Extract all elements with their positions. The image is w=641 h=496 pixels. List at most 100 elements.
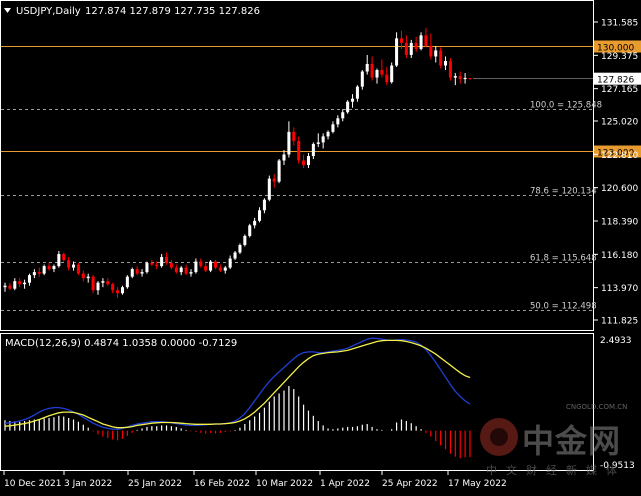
candle-body bbox=[174, 267, 178, 273]
candle-body bbox=[424, 35, 428, 46]
macd-axis-top-label: 2.4933 bbox=[600, 336, 632, 346]
candle-body bbox=[258, 210, 262, 221]
candle-body bbox=[101, 281, 105, 283]
candle-body bbox=[262, 199, 266, 211]
candle-body bbox=[292, 131, 296, 141]
candle-body bbox=[248, 225, 252, 236]
candle-body bbox=[390, 65, 394, 83]
candle-body bbox=[355, 86, 359, 99]
price-panel: 100.0 = 125.848 78.6 = 120.134 61.8 = 115.… bbox=[1, 27, 602, 312]
fib-label: 61.8 = 115.648 bbox=[530, 254, 597, 264]
candle-body bbox=[120, 287, 124, 294]
candle-body bbox=[419, 35, 423, 49]
candle-body bbox=[209, 261, 213, 271]
candle-body bbox=[13, 281, 17, 289]
candle-body bbox=[72, 264, 76, 268]
candle-body bbox=[326, 131, 330, 137]
time-axis-label: 25 Apr 2022 bbox=[382, 479, 438, 489]
candle-body bbox=[125, 276, 129, 288]
price-axis-label: 125.020 bbox=[601, 118, 638, 128]
candle-body bbox=[23, 282, 27, 285]
candle-body bbox=[228, 258, 232, 268]
candle-body bbox=[243, 235, 247, 245]
current-price-label: 127.826 bbox=[597, 76, 634, 86]
time-axis-label: 1 Apr 2022 bbox=[320, 479, 370, 489]
candle-body bbox=[116, 290, 120, 294]
candle-body bbox=[96, 282, 100, 291]
candle-body bbox=[414, 42, 418, 49]
candle-body bbox=[321, 136, 325, 143]
candle-body bbox=[194, 261, 198, 273]
candle-body bbox=[155, 264, 159, 267]
candle-body bbox=[458, 76, 462, 80]
candle-body bbox=[218, 267, 222, 271]
candle-body bbox=[429, 45, 433, 57]
candle-body bbox=[47, 266, 51, 270]
candle-body bbox=[444, 60, 448, 66]
macd-indicator-label: MACD(12,26,9) 0.4874 1.0358 0.0000 -0.71… bbox=[5, 338, 237, 349]
time-axis-label: 25 Jan 2022 bbox=[128, 479, 182, 489]
macd-panel bbox=[4, 337, 471, 459]
candle-body bbox=[179, 267, 183, 273]
chart-symbol-label: USDJPY,Daily bbox=[16, 6, 81, 17]
candle-body bbox=[297, 140, 301, 161]
candle-body bbox=[409, 42, 413, 55]
candle-body bbox=[184, 267, 188, 274]
price-axis-label: 129.375 bbox=[601, 52, 638, 62]
candle-body bbox=[3, 285, 7, 288]
candle-body bbox=[380, 70, 384, 75]
candle-body bbox=[360, 71, 364, 87]
candle-body bbox=[27, 275, 31, 283]
price-axis-label: 118.390 bbox=[601, 217, 638, 227]
candle-body bbox=[267, 178, 271, 200]
candle-body bbox=[448, 60, 452, 78]
candle-body bbox=[336, 118, 340, 125]
candle-body bbox=[233, 252, 237, 259]
watermark-logo-icon bbox=[480, 418, 518, 456]
watermark-brand: 中金网 bbox=[522, 422, 622, 460]
price-axis-label: 111.825 bbox=[601, 317, 638, 327]
candle-body bbox=[395, 38, 399, 66]
symbol-arrow-icon[interactable] bbox=[4, 8, 11, 13]
candle-body bbox=[238, 244, 242, 253]
candle-body bbox=[52, 266, 56, 270]
candle-body bbox=[150, 263, 154, 265]
candle-body bbox=[18, 281, 22, 285]
candle-body bbox=[169, 263, 173, 268]
candle-body bbox=[375, 70, 379, 78]
time-axis-label: 3 Jan 2022 bbox=[64, 479, 112, 489]
candle-body bbox=[91, 276, 95, 291]
candle-body bbox=[439, 50, 443, 66]
candle-body bbox=[223, 267, 227, 271]
time-axis-label: 10 Mar 2022 bbox=[256, 479, 313, 489]
candle-body bbox=[468, 77, 472, 79]
candle-body bbox=[67, 260, 71, 268]
candle-body bbox=[341, 112, 345, 119]
price-axis-label: 122.810 bbox=[601, 151, 638, 161]
candle-body bbox=[253, 220, 257, 226]
candle-body bbox=[160, 257, 164, 267]
candle-body bbox=[76, 264, 80, 274]
candle-body bbox=[316, 142, 320, 144]
macd-signal-line bbox=[4, 339, 471, 429]
chart-window[interactable]: 100.0 = 125.848 78.6 = 120.134 61.8 = 115.… bbox=[0, 0, 641, 492]
candle-body bbox=[311, 143, 315, 156]
watermark-url: CNGOLD.COM.CN bbox=[566, 403, 628, 411]
candle-body bbox=[81, 273, 85, 279]
candle-body bbox=[404, 42, 408, 55]
chart-ohlc-label: 127.874 127.879 127.735 127.826 bbox=[85, 6, 260, 17]
time-axis-label: 16 Feb 2022 bbox=[194, 479, 250, 489]
price-axis-label: 131.585 bbox=[601, 19, 638, 29]
candle-body bbox=[37, 272, 41, 274]
time-axis-label: 10 Dec 2021 bbox=[4, 479, 62, 489]
candle-body bbox=[287, 131, 291, 155]
candle-body bbox=[204, 266, 208, 271]
candle-body bbox=[365, 64, 369, 72]
candle-body bbox=[86, 276, 90, 279]
candle-body bbox=[331, 124, 335, 132]
price-axis-label: 127.165 bbox=[601, 85, 638, 95]
fib-label: 100.0 = 125.848 bbox=[530, 101, 602, 111]
candle-body bbox=[302, 160, 306, 166]
candle-body bbox=[399, 38, 403, 43]
candle-body bbox=[282, 154, 286, 161]
